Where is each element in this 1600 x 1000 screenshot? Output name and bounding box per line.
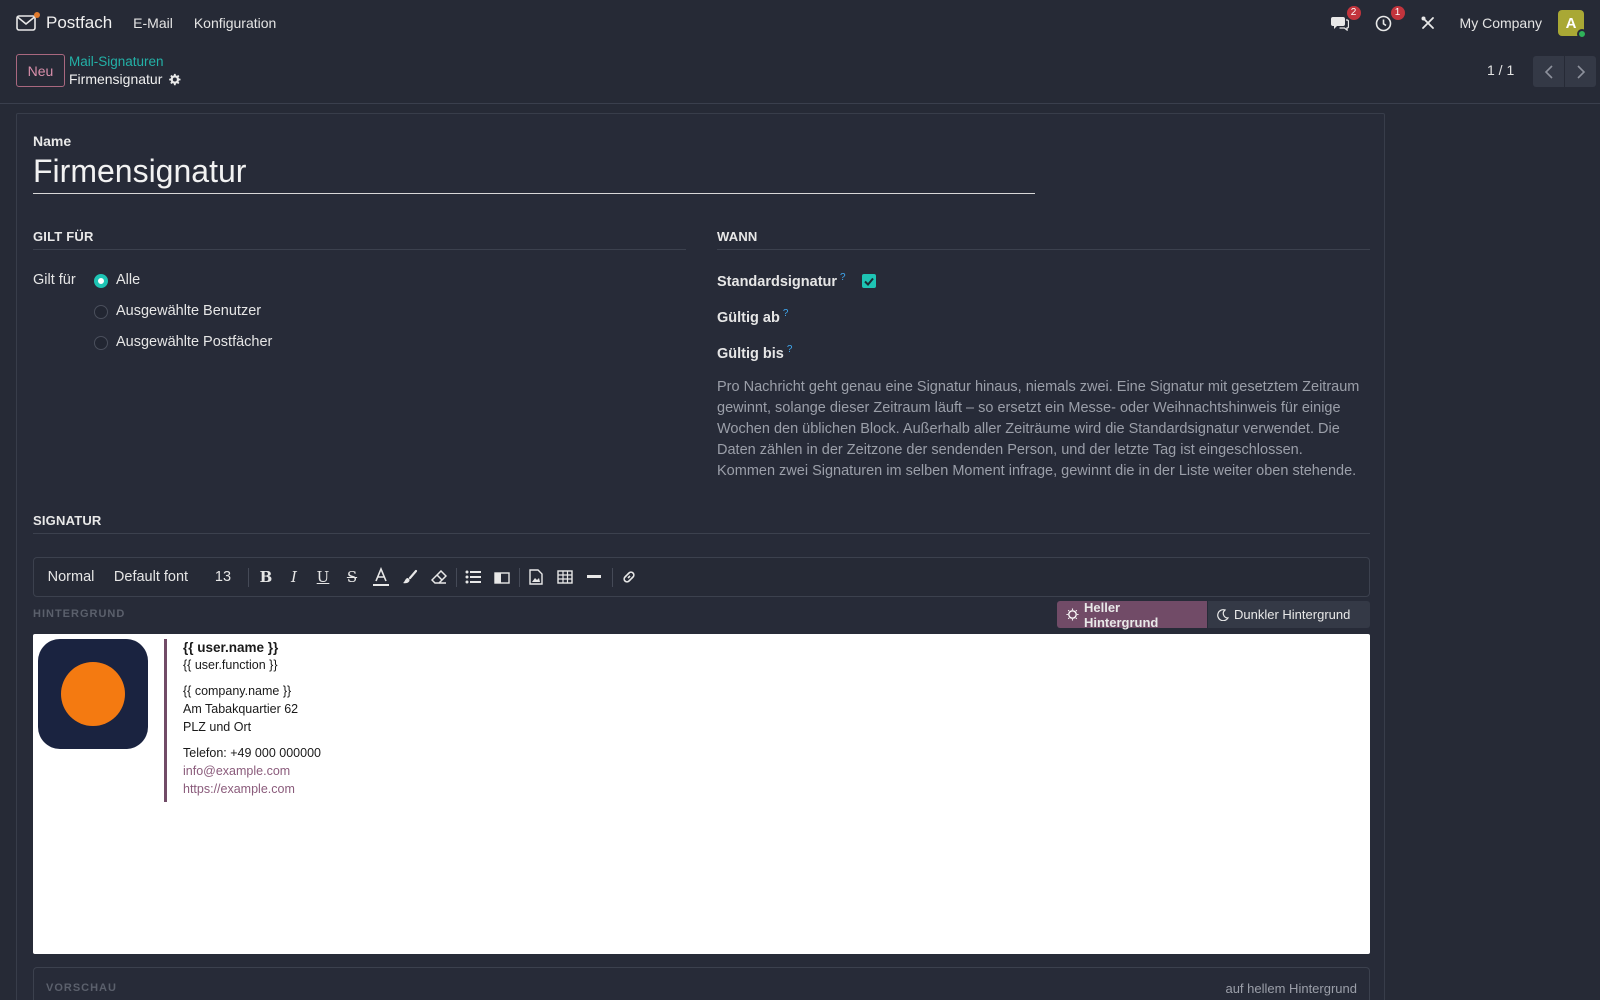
radio-selected-users[interactable] <box>94 305 108 319</box>
avatar-initial: A <box>1565 14 1577 32</box>
section-title-signature: SIGNATUR <box>33 513 102 528</box>
user-avatar[interactable]: A <box>1558 10 1587 39</box>
paragraph-style-dropdown[interactable]: Normal <box>46 558 96 596</box>
valid-from-label: Gültig ab? <box>717 308 788 326</box>
section-title-when: WANN <box>717 229 758 244</box>
section-divider <box>33 533 1370 534</box>
toolbar-separator <box>519 568 520 587</box>
signature-user-name: {{ user.name }} <box>183 640 279 655</box>
activity-clock-icon[interactable]: 1 <box>1374 6 1405 33</box>
checkmark-icon <box>864 277 874 286</box>
default-signature-label-text: Standardsignatur <box>717 273 838 290</box>
activities-badge: 1 <box>1390 6 1405 20</box>
link-icon[interactable] <box>615 558 643 596</box>
breadcrumb-current-label: Firmensignatur <box>69 71 163 87</box>
radio-label-all[interactable]: Alle <box>116 272 140 288</box>
valid-until-label: Gültig bis? <box>717 344 792 362</box>
new-button[interactable]: Neu <box>16 54 65 87</box>
signature-editor[interactable]: {{ user.name }} {{ user.function }} {{ c… <box>33 634 1370 954</box>
section-divider <box>33 249 686 250</box>
bold-icon[interactable]: B <box>252 558 280 596</box>
signature-city: PLZ und Ort <box>183 720 252 734</box>
section-title-applies: GILT FÜR <box>33 229 94 244</box>
editor-toolbar: Normal Default font 13 B I U S <box>33 557 1370 597</box>
pager-previous-button[interactable] <box>1533 56 1564 87</box>
name-input[interactable] <box>33 150 1035 194</box>
gear-icon[interactable] <box>168 73 181 86</box>
chevron-left-icon <box>1544 64 1553 79</box>
bullet-list-icon[interactable] <box>459 558 487 596</box>
moon-icon <box>1217 608 1229 621</box>
background-label: HINTERGRUND <box>33 608 126 620</box>
preview-label: VORSCHAU <box>46 982 117 994</box>
help-tooltip-icon[interactable]: ? <box>840 272 846 283</box>
light-background-button[interactable]: Heller Hintergrund <box>1057 599 1207 630</box>
toolbar-separator <box>612 568 613 587</box>
help-text: Pro Nachricht geht genau eine Signatur h… <box>717 379 1360 479</box>
messages-icon[interactable]: 2 <box>1330 6 1361 33</box>
font-size-dropdown[interactable]: 13 <box>208 558 238 596</box>
company-logo-image <box>38 639 148 749</box>
messages-badge: 2 <box>1346 6 1361 20</box>
menu-email[interactable]: E-Mail <box>133 15 173 31</box>
toolbar-separator <box>456 568 457 587</box>
help-tooltip-icon[interactable]: ? <box>783 308 789 319</box>
signature-street: Am Tabakquartier 62 <box>183 702 299 716</box>
font-family-dropdown[interactable]: Default font <box>110 558 192 596</box>
valid-from-input[interactable] <box>862 305 1362 327</box>
highlight-brush-icon[interactable] <box>396 558 424 596</box>
menu-configuration[interactable]: Konfiguration <box>194 15 277 31</box>
underline-icon[interactable]: U <box>309 558 337 596</box>
name-label: Name <box>33 133 72 149</box>
signature-preview: VORSCHAU auf hellem Hintergrund <box>33 967 1370 1000</box>
horizontal-rule-icon[interactable] <box>580 558 608 596</box>
form-sheet: Name GILT FÜR Gilt für Alle Ausgewählte … <box>16 113 1385 1000</box>
columns-layout-icon[interactable] <box>488 558 516 596</box>
valid-from-label-text: Gültig ab <box>717 309 780 326</box>
notification-dot <box>34 12 40 18</box>
top-navbar: Postfach E-Mail Konfiguration 2 1 My Com… <box>0 0 1600 46</box>
table-icon[interactable] <box>551 558 579 596</box>
help-tooltip-icon[interactable]: ? <box>787 344 793 355</box>
signature-accent-bar <box>164 639 167 802</box>
signature-user-function: {{ user.function }} <box>183 658 278 672</box>
signature-phone: Telefon: +49 000 000000 <box>183 746 321 760</box>
applies-label: Gilt für <box>33 272 76 288</box>
breadcrumb-current: Firmensignatur <box>69 71 181 87</box>
dark-background-label: Dunkler Hintergrund <box>1234 607 1351 622</box>
toolbar-separator <box>248 568 249 587</box>
chevron-right-icon <box>1576 64 1585 79</box>
radio-all[interactable] <box>94 274 108 288</box>
pager-next-button[interactable] <box>1565 56 1596 87</box>
preview-mode-label: auf hellem Hintergrund <box>1225 981 1357 996</box>
control-panel: Neu Mail-Signaturen Firmensignatur 1 / 1 <box>0 46 1600 104</box>
debug-tools-icon[interactable] <box>1418 13 1438 33</box>
eraser-icon[interactable] <box>425 558 453 596</box>
default-signature-checkbox[interactable] <box>862 274 876 288</box>
section-divider <box>717 249 1370 250</box>
valid-until-input[interactable] <box>862 341 1362 363</box>
radio-label-selected-users[interactable]: Ausgewählte Benutzer <box>116 303 261 319</box>
breadcrumb-parent-link[interactable]: Mail-Signaturen <box>69 54 164 69</box>
dark-background-button[interactable]: Dunkler Hintergrund <box>1208 601 1370 628</box>
image-icon[interactable] <box>522 558 550 596</box>
strikethrough-icon[interactable]: S <box>338 558 366 596</box>
pager-value[interactable]: 1 / 1 <box>1487 62 1514 78</box>
signature-company-name: {{ company.name }} <box>183 684 292 698</box>
text-color-icon[interactable] <box>367 558 395 596</box>
mail-app-icon[interactable] <box>16 12 40 34</box>
app-name[interactable]: Postfach <box>46 13 112 33</box>
logo-circle <box>61 662 125 726</box>
signature-website-link[interactable]: https://example.com <box>183 782 295 796</box>
company-switcher[interactable]: My Company <box>1460 15 1542 31</box>
light-background-label: Heller Hintergrund <box>1083 599 1159 630</box>
sun-icon <box>1066 608 1079 621</box>
default-signature-label: Standardsignatur? <box>717 272 846 290</box>
italic-icon[interactable]: I <box>280 558 308 596</box>
signature-email-link[interactable]: info@example.com <box>183 764 290 778</box>
valid-until-label-text: Gültig bis <box>717 345 784 362</box>
online-status-dot <box>1577 29 1587 39</box>
radio-label-selected-mailboxes[interactable]: Ausgewählte Postfächer <box>116 334 272 350</box>
radio-selected-mailboxes[interactable] <box>94 336 108 350</box>
